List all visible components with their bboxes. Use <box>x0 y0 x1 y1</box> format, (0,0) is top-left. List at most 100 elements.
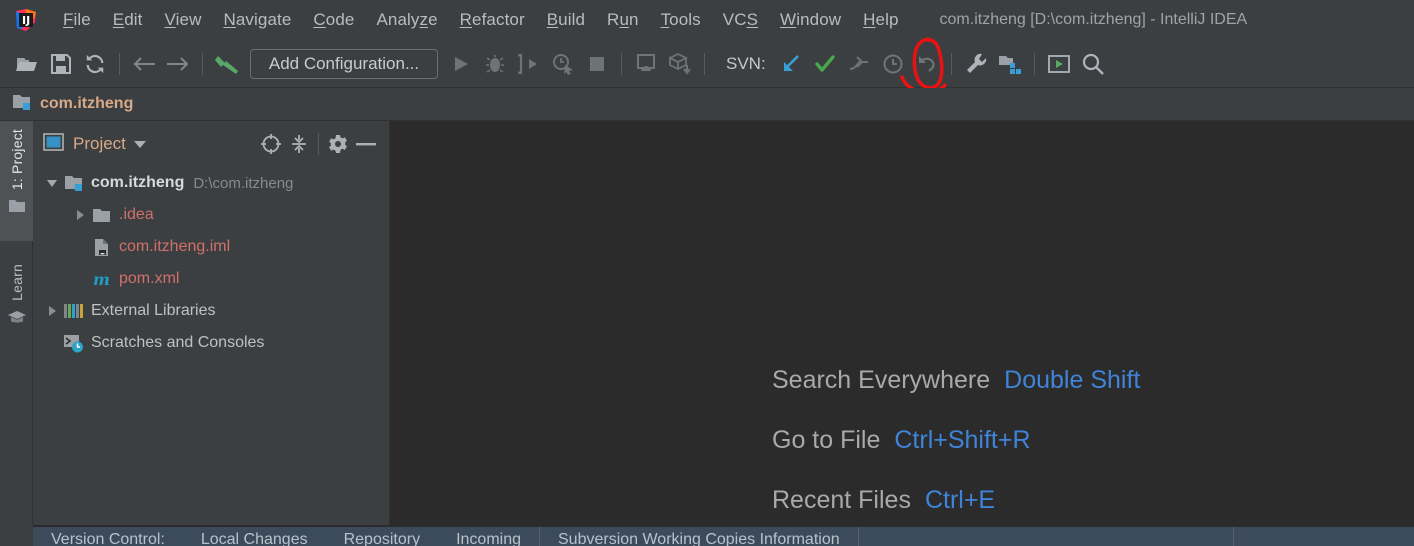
svn-commit-check-icon[interactable] <box>808 47 842 81</box>
scroll-from-source-target-icon[interactable] <box>257 130 285 158</box>
hint-search-everywhere: Search Everywhere Double Shift <box>772 366 1140 395</box>
window-title: com.itzheng [D:\com.itzheng] - IntelliJ … <box>939 11 1248 28</box>
bottom-tab-incoming[interactable]: Incoming <box>438 527 539 546</box>
svg-text:IJ: IJ <box>22 14 30 27</box>
bottom-bar-corner <box>0 525 33 546</box>
tree-row-module-root[interactable]: com.itzheng D:\com.itzheng <box>33 167 390 199</box>
menu-window[interactable]: Window <box>769 8 852 32</box>
run-play-icon[interactable] <box>444 47 478 81</box>
settings-wrench-icon[interactable] <box>959 47 993 81</box>
breadcrumb-label[interactable]: com.itzheng <box>40 95 133 113</box>
stop-square-icon[interactable] <box>580 47 614 81</box>
svg-text:m: m <box>93 270 110 289</box>
debug-bug-icon[interactable] <box>478 47 512 81</box>
panel-divider <box>318 133 319 155</box>
attach-debugger-icon[interactable] <box>629 47 663 81</box>
menu-run[interactable]: Run <box>596 8 650 32</box>
tree-item-label: .idea <box>119 206 154 223</box>
search-magnifier-icon[interactable] <box>1076 47 1110 81</box>
editor-area[interactable]: Search Everywhere Double Shift Go to Fil… <box>390 121 1414 525</box>
chevron-down-icon[interactable] <box>126 130 154 158</box>
forward-arrow-icon[interactable] <box>161 47 195 81</box>
menu-vcs[interactable]: VCS <box>712 8 769 32</box>
gear-icon[interactable] <box>324 130 352 158</box>
menu-file[interactable]: File <box>52 8 102 32</box>
toolbar-divider <box>119 52 120 75</box>
intellij-idea-window: IJ File Edit View Navigate Code Analyze … <box>0 0 1414 546</box>
sidebar-item-project[interactable]: 1: Project <box>0 121 33 241</box>
collapsed-arrow-icon[interactable] <box>69 209 91 222</box>
version-control-tab-strip: Version Control: Local Changes Repositor… <box>33 525 1414 546</box>
learn-graduation-cap-icon <box>7 309 27 330</box>
expanded-arrow-icon[interactable] <box>41 178 63 189</box>
tree-row-idea-folder[interactable]: .idea <box>33 199 390 231</box>
open-folder-icon[interactable] <box>10 47 44 81</box>
build-hammer-icon[interactable] <box>210 47 244 81</box>
hint-label: Recent Files <box>772 486 911 514</box>
module-folder-icon <box>63 174 85 192</box>
empty-editor-hints: Search Everywhere Double Shift Go to Fil… <box>390 121 1414 525</box>
project-tool-window: Project com.itzheng D:\com.itzheng .idea… <box>33 121 390 525</box>
tree-item-label: com.itzheng <box>91 174 185 191</box>
hint-shortcut: Double Shift <box>1004 366 1141 394</box>
menu-view[interactable]: View <box>154 8 213 32</box>
left-tool-window-strip: 1: Project Learn <box>0 121 33 525</box>
menu-help[interactable]: Help <box>852 8 909 32</box>
back-arrow-icon[interactable] <box>127 47 161 81</box>
run-with-coverage-icon[interactable] <box>512 47 546 81</box>
menu-navigate[interactable]: Navigate <box>212 8 302 32</box>
menu-tools[interactable]: Tools <box>650 8 712 32</box>
svn-update-arrow-icon[interactable] <box>774 47 808 81</box>
menu-build[interactable]: Build <box>536 8 596 32</box>
build-artifact-icon[interactable] <box>663 47 697 81</box>
tree-row-pom-xml[interactable]: m pom.xml <box>33 263 390 295</box>
project-view-icon <box>43 132 64 156</box>
bottom-tab-version-control[interactable]: Version Control: <box>33 527 183 546</box>
hint-recent-files: Recent Files Ctrl+E <box>772 486 995 515</box>
toolbar-divider <box>621 52 622 75</box>
hide-minus-icon[interactable] <box>352 130 380 158</box>
tree-row-iml-file[interactable]: com.itzheng.iml <box>33 231 390 263</box>
menu-code[interactable]: Code <box>302 8 365 32</box>
tree-item-path: D:\com.itzheng <box>193 174 294 192</box>
sidebar-item-learn[interactable]: Learn <box>0 256 33 356</box>
hint-label: Search Everywhere <box>772 366 991 394</box>
toolbar-divider <box>1033 52 1035 75</box>
bottom-tab-local-changes[interactable]: Local Changes <box>183 527 326 546</box>
tree-row-scratches-consoles[interactable]: Scratches and Consoles <box>33 327 390 359</box>
tree-row-external-libraries[interactable]: External Libraries <box>33 295 390 327</box>
tool-window-label: Learn <box>8 264 25 301</box>
bottom-tool-window-bar: Version Control: Local Changes Repositor… <box>0 525 1414 546</box>
menu-refactor[interactable]: Refactor <box>449 8 536 32</box>
save-icon[interactable] <box>44 47 78 81</box>
profile-clock-icon[interactable] <box>546 47 580 81</box>
tree-item-label: com.itzheng.iml <box>119 238 231 255</box>
bottom-tab-repository[interactable]: Repository <box>326 527 438 546</box>
run-configuration-selector[interactable]: Add Configuration... <box>250 48 438 79</box>
tree-item-label: pom.xml <box>119 270 180 287</box>
sync-refresh-icon[interactable] <box>78 47 112 81</box>
iml-module-file-icon <box>91 238 113 257</box>
menu-bar: IJ File Edit View Navigate Code Analyze … <box>0 0 1414 40</box>
bottom-tab-subversion-working-copies[interactable]: Subversion Working Copies Information <box>540 527 858 546</box>
tree-item-label: Scratches and Consoles <box>91 334 265 351</box>
hint-shortcut: Ctrl+Shift+R <box>894 426 1031 454</box>
project-structure-icon[interactable] <box>993 47 1027 81</box>
collapsed-arrow-icon[interactable] <box>41 305 63 318</box>
project-panel-header: Project <box>33 121 390 167</box>
collapse-all-icon[interactable] <box>285 130 313 158</box>
hint-shortcut: Ctrl+E <box>924 486 996 514</box>
tree-item-label: External Libraries <box>91 302 216 319</box>
menu-edit[interactable]: Edit <box>102 8 154 32</box>
svn-rollback-undo-icon[interactable] <box>910 47 944 81</box>
project-folder-icon <box>8 198 26 219</box>
terminal-console-icon[interactable] <box>1042 47 1076 81</box>
tool-window-label: 1: Project <box>8 129 25 191</box>
menu-analyze[interactable]: Analyze <box>365 8 448 32</box>
breadcrumb: com.itzheng <box>0 88 1414 121</box>
module-folder-icon <box>12 93 32 116</box>
svn-push-icon[interactable] <box>842 47 876 81</box>
svn-history-clock-icon[interactable] <box>876 47 910 81</box>
intellij-idea-logo-icon: IJ <box>14 8 38 32</box>
project-panel-title: Project <box>73 134 126 153</box>
